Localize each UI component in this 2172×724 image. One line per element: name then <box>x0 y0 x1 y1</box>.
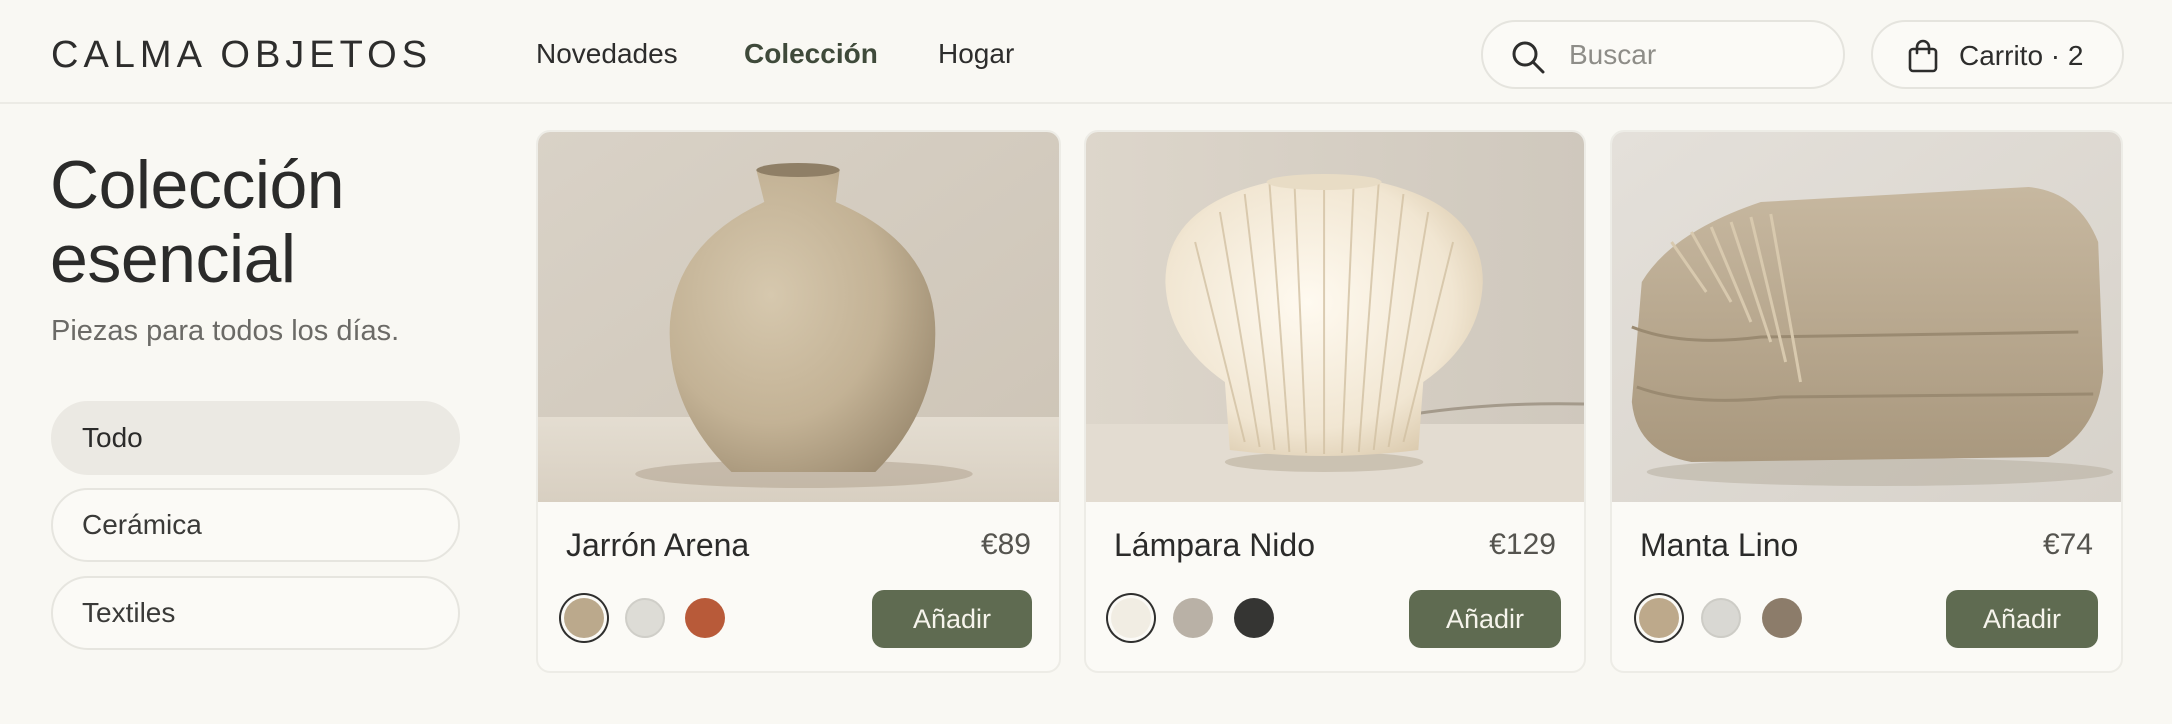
color-swatch-terracota[interactable] <box>685 598 725 638</box>
product-image-throw[interactable] <box>1612 132 2121 502</box>
page-title: Colección esencial <box>50 147 345 297</box>
search-box[interactable] <box>1481 20 1845 89</box>
color-swatch-gris[interactable] <box>625 598 665 638</box>
product-card[interactable]: Manta Lino €74 Añadir <box>1610 130 2123 673</box>
nav-hogar[interactable]: Hogar <box>938 36 1038 72</box>
product-name[interactable]: Manta Lino <box>1640 525 1798 565</box>
color-swatch-niebla[interactable] <box>1701 598 1741 638</box>
cart-button[interactable]: Carrito · 2 <box>1871 20 2124 89</box>
page-subtitle: Piezas para todos los días. <box>51 315 400 347</box>
color-swatch-tierra[interactable] <box>1762 598 1802 638</box>
product-card[interactable]: Jarrón Arena €89 Añadir <box>536 130 1061 673</box>
color-swatch-lino[interactable] <box>1639 598 1679 638</box>
add-to-cart-button[interactable]: Añadir <box>872 590 1032 648</box>
color-swatch-piedra[interactable] <box>1173 598 1213 638</box>
product-image-lamp[interactable] <box>1086 132 1584 502</box>
nav-coleccion[interactable]: Colección <box>744 36 938 72</box>
nav-novedades[interactable]: Novedades <box>536 36 744 72</box>
product-name[interactable]: Jarrón Arena <box>566 525 749 565</box>
brand-logo[interactable]: CALMA OBJETOS <box>51 32 432 78</box>
main-nav: Novedades Colección Hogar <box>536 36 1038 72</box>
top-header: CALMA OBJETOS Novedades Colección Hogar … <box>0 0 2172 104</box>
cart-label: Carrito · 2 <box>1959 40 2084 71</box>
product-price: €89 <box>980 528 1031 561</box>
filter-ceramica[interactable]: Cerámica <box>51 488 460 562</box>
color-swatch-crema[interactable] <box>1111 598 1151 638</box>
color-swatch-carbon[interactable] <box>1234 598 1274 638</box>
add-to-cart-button[interactable]: Añadir <box>1946 590 2098 648</box>
add-to-cart-button[interactable]: Añadir <box>1409 590 1561 648</box>
filter-todo[interactable]: Todo <box>51 401 460 475</box>
product-name[interactable]: Lámpara Nido <box>1114 525 1315 565</box>
filter-textiles[interactable]: Textiles <box>51 576 460 650</box>
search-icon <box>1510 39 1546 75</box>
shopping-bag-icon <box>1907 38 1939 74</box>
search-input[interactable] <box>1569 36 1819 74</box>
product-card[interactable]: Lámpara Nido €129 Añadir <box>1084 130 1586 673</box>
color-swatch-arena[interactable] <box>564 598 604 638</box>
product-price: €74 <box>2042 528 2093 561</box>
product-price: €129 <box>1489 528 1556 561</box>
product-image-vase[interactable] <box>538 132 1059 502</box>
